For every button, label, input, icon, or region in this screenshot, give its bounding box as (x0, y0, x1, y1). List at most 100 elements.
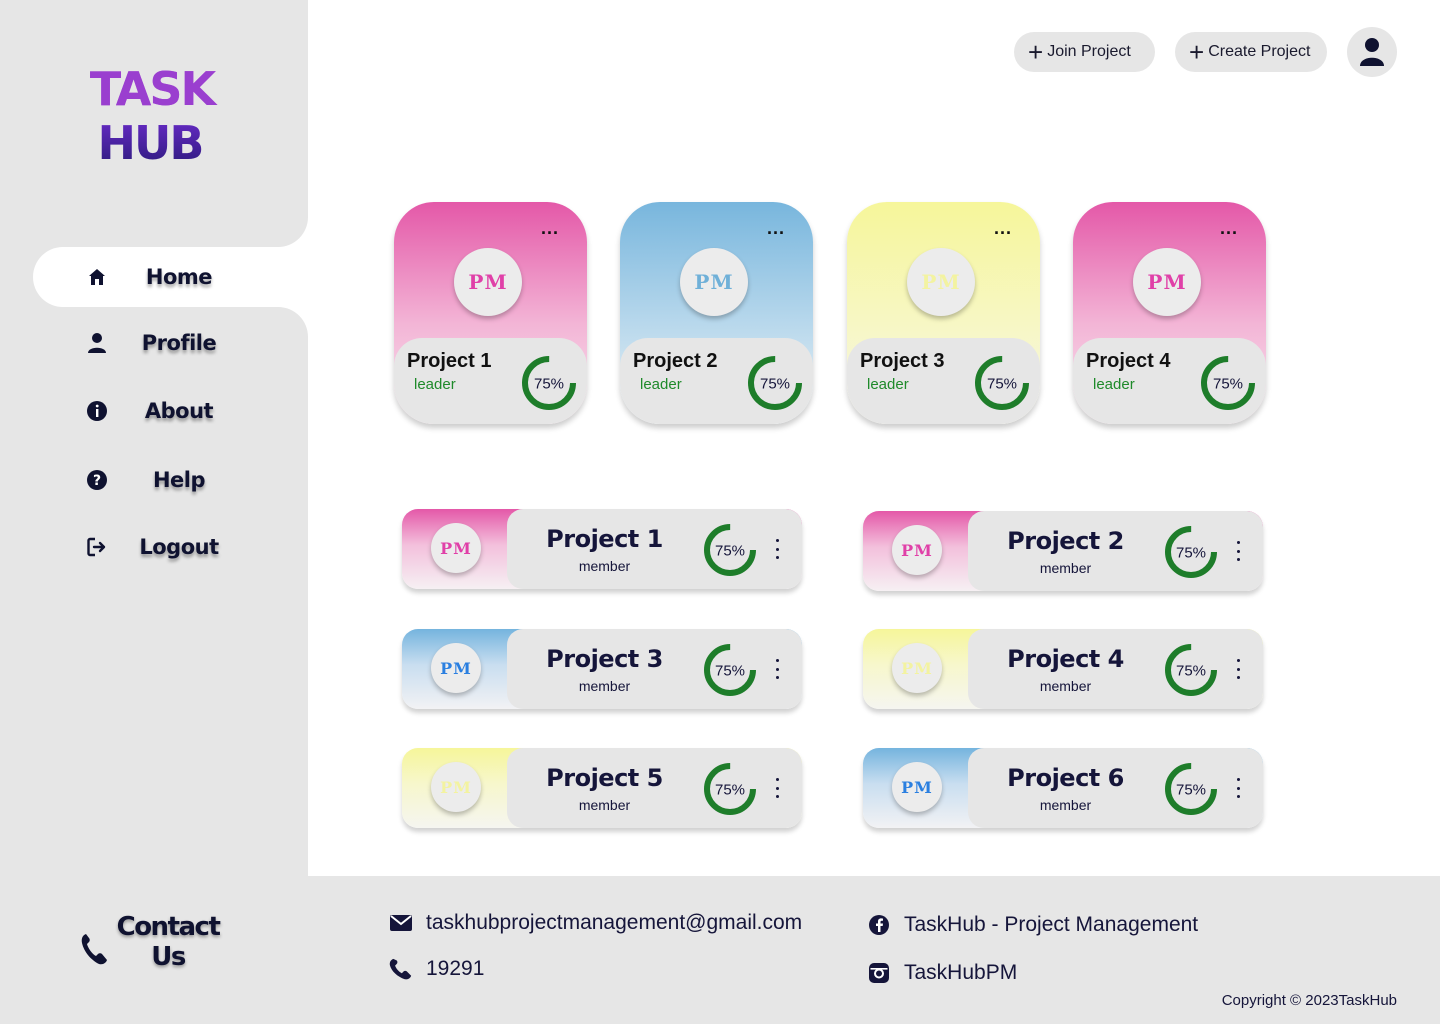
copyright-text: Copyright © 2023TaskHub (1221, 992, 1397, 1009)
phone-icon (81, 934, 107, 965)
project-title: Project 1 (546, 525, 663, 553)
project-avatar: PM (892, 643, 942, 693)
contact-title-line-1: Contact (116, 912, 221, 942)
progress-ring: 75% (1165, 644, 1217, 696)
user-icon (85, 331, 109, 355)
dot (1236, 541, 1240, 544)
info-icon (85, 399, 109, 423)
progress-ring: 75% (522, 356, 576, 410)
sidebar-item-label: About (144, 399, 214, 423)
footer-instagram[interactable]: TaskHubPM (866, 961, 1017, 985)
sidebar-item-profile[interactable]: Profile (33, 313, 308, 373)
dot (1236, 795, 1240, 798)
sidebar-item-home[interactable]: Home (33, 247, 308, 307)
project-title: Project 3 (860, 350, 945, 372)
project-row[interactable]: PM Project 4 member 75% (863, 629, 1263, 709)
join-project-button[interactable]: + Join Project (1014, 32, 1155, 72)
avatar[interactable] (1347, 27, 1397, 77)
progress-label: 75% (760, 375, 790, 392)
project-avatar: PM (680, 248, 748, 316)
email-text: taskhubprojectmanagement@gmail.com (426, 911, 803, 934)
footer-phone[interactable]: 19291 (388, 957, 484, 981)
project-avatar: PM (431, 643, 481, 693)
dot (1236, 659, 1240, 662)
project-card-footer: Project 1 leader 75% (394, 338, 587, 424)
project-row[interactable]: PM Project 1 member 75% (402, 509, 802, 589)
project-title: Project 4 (1007, 645, 1124, 673)
sidebar-item-help[interactable]: ? Help (33, 450, 308, 510)
project-row-body: Project 4 member 75% (968, 629, 1263, 709)
project-row[interactable]: PM Project 5 member 75% (402, 748, 802, 828)
project-role: leader (1093, 376, 1135, 393)
project-row[interactable]: PM Project 3 member 75% (402, 629, 802, 709)
dot (1236, 778, 1240, 781)
progress-ring: 75% (748, 356, 802, 410)
create-project-label: Create Project (1208, 43, 1311, 60)
project-title: Project 6 (1007, 764, 1124, 792)
progress-label: 75% (1176, 544, 1206, 561)
progress-ring: 75% (704, 763, 756, 815)
contact-us: Contact Us (80, 912, 228, 972)
progress-label: 75% (715, 781, 745, 798)
dot (1236, 676, 1240, 679)
project-role: member (1039, 560, 1092, 576)
mail-icon (388, 915, 414, 931)
project-row[interactable]: PM Project 6 member 75% (863, 748, 1263, 828)
sidebar-item-about[interactable]: About (33, 381, 308, 441)
project-title: Project 1 (407, 350, 492, 372)
project-row[interactable]: PM Project 2 member 75% (863, 511, 1263, 591)
more-options-button[interactable] (1233, 539, 1243, 563)
project-row-body: Project 6 member 75% (968, 748, 1263, 828)
logo-line-2: HUB (80, 116, 220, 170)
join-project-label: Join Project (1047, 43, 1131, 60)
project-card-footer: Project 3 leader 75% (847, 338, 1040, 424)
project-role: member (578, 678, 631, 694)
project-avatar: PM (431, 523, 481, 573)
project-avatar: PM (431, 762, 481, 812)
project-role: member (1039, 797, 1092, 813)
project-avatar: PM (892, 525, 942, 575)
dot (775, 778, 779, 781)
more-options-button[interactable] (772, 776, 782, 800)
more-options-button[interactable] (772, 657, 782, 681)
footer-email[interactable]: taskhubprojectmanagement@gmail.com (388, 911, 802, 935)
project-title: Project 3 (546, 645, 663, 673)
more-options-button[interactable]: ... (541, 218, 559, 239)
sidebar-item-label: Home (145, 265, 213, 289)
project-card[interactable]: ... PM Project 1 leader 75% (394, 202, 587, 424)
project-card[interactable]: ... PM Project 4 leader 75% (1073, 202, 1266, 424)
more-options-button[interactable]: ... (994, 218, 1012, 239)
project-title: Project 4 (1086, 350, 1171, 372)
progress-ring: 75% (704, 644, 756, 696)
more-options-button[interactable]: ... (1220, 218, 1238, 239)
project-avatar: PM (892, 762, 942, 812)
project-role: member (1039, 678, 1092, 694)
dot (775, 659, 779, 662)
more-options-button[interactable] (1233, 657, 1243, 681)
create-project-button[interactable]: + Create Project (1175, 32, 1327, 72)
plus-icon: + (1028, 37, 1044, 67)
sidebar-item-label: Logout (139, 535, 219, 559)
dot (775, 786, 779, 790)
project-card[interactable]: ... PM Project 2 leader 75% (620, 202, 813, 424)
instagram-icon (866, 963, 892, 983)
project-row-body: Project 3 member 75% (507, 629, 802, 709)
project-role: member (578, 558, 631, 574)
footer-facebook[interactable]: TaskHub - Project Management (866, 913, 1198, 937)
project-role: leader (414, 376, 456, 393)
dot (1236, 549, 1240, 553)
project-row-body: Project 2 member 75% (968, 511, 1263, 591)
project-card[interactable]: ... PM Project 3 leader 75% (847, 202, 1040, 424)
progress-ring: 75% (704, 524, 756, 576)
more-options-button[interactable] (772, 537, 782, 561)
more-options-button[interactable]: ... (767, 218, 785, 239)
svg-text:?: ? (93, 473, 101, 489)
project-avatar: PM (454, 248, 522, 316)
progress-ring: 75% (975, 356, 1029, 410)
more-options-button[interactable] (1233, 776, 1243, 800)
project-avatar: PM (1133, 248, 1201, 316)
plus-icon: + (1189, 37, 1205, 67)
project-card-footer: Project 2 leader 75% (620, 338, 813, 424)
sidebar-item-logout[interactable]: Logout (33, 517, 308, 577)
instagram-text: TaskHubPM (904, 961, 1018, 984)
